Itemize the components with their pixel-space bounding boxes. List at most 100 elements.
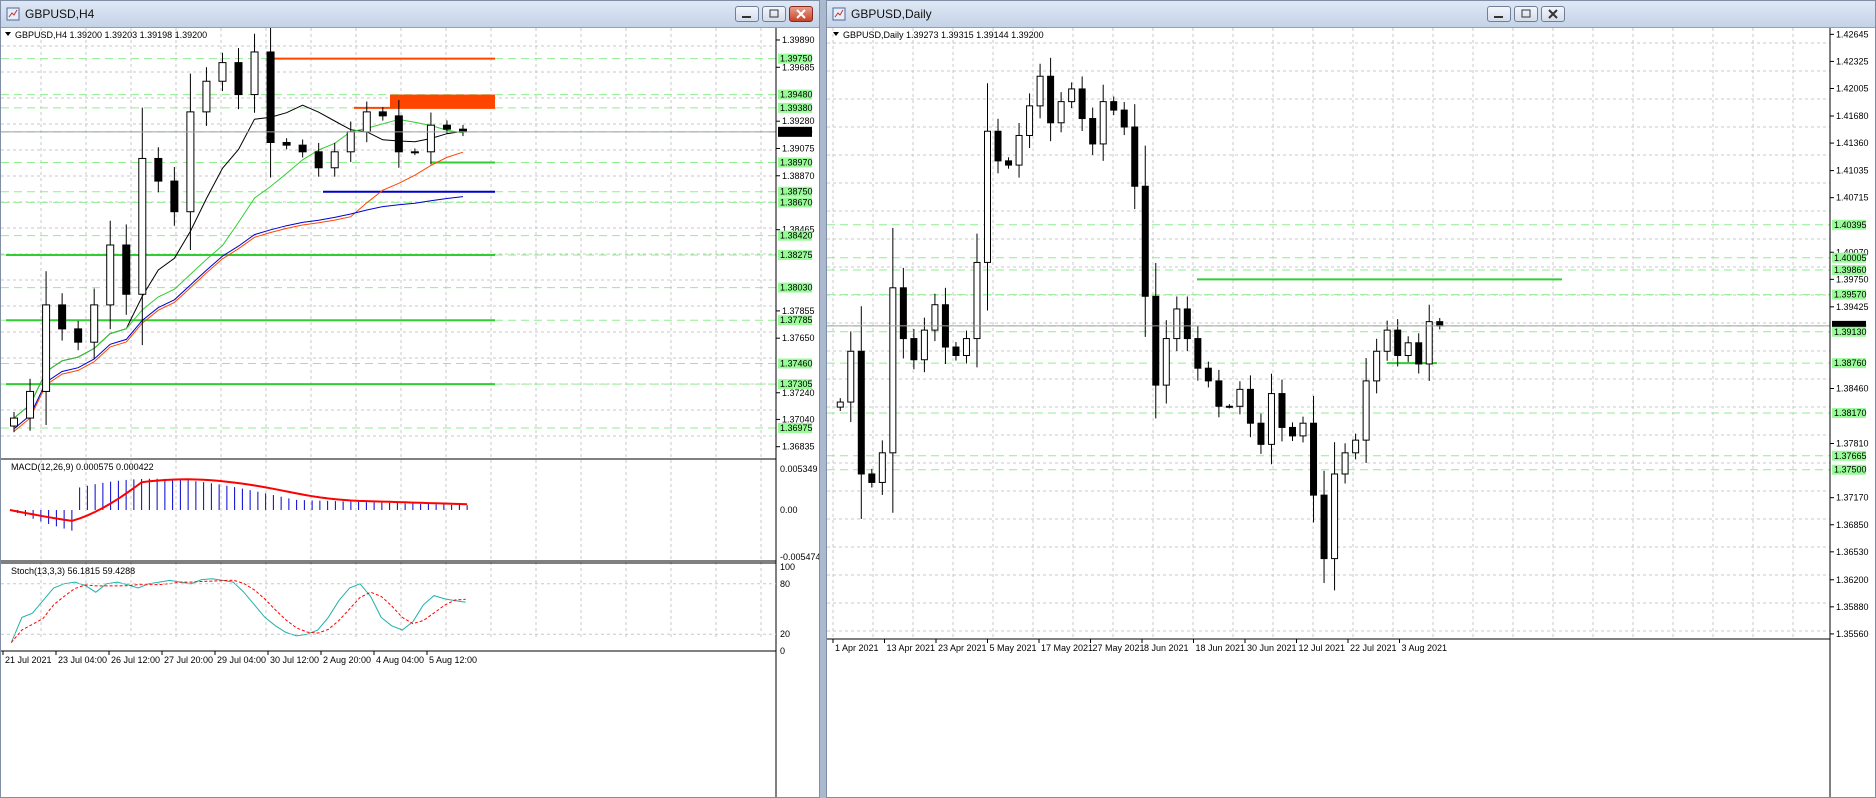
daily-candle [1026, 105, 1034, 136]
h4-candle [26, 390, 35, 419]
level-tag-label: 1.38760 [1834, 358, 1867, 368]
time-label: 5 Aug 12:00 [429, 655, 477, 665]
daily-candle [1183, 308, 1191, 340]
minimize-button[interactable] [1487, 6, 1511, 22]
time-label: 23 Jul 04:00 [58, 655, 107, 665]
h4-title-bar[interactable]: GBPUSD,H4 [1, 1, 819, 28]
price-tick-label: 1.42645 [1836, 29, 1869, 39]
h4-window-title: GBPUSD,H4 [25, 7, 95, 21]
daily-candle [1036, 75, 1044, 107]
level-tag-label: 1.40005 [1834, 253, 1867, 263]
daily-title-bar[interactable]: GBPUSD,Daily [827, 1, 1875, 28]
daily-candle [962, 338, 970, 357]
daily-candle [1373, 350, 1381, 382]
stoch-tick-label: 100 [780, 562, 795, 572]
stoch-tick-label: 80 [780, 579, 790, 589]
daily-candle [847, 350, 855, 403]
h4-candle [138, 157, 147, 295]
daily-candle [878, 452, 886, 483]
h4-chart-svg[interactable]: GBPUSD,H4 1.39200 1.39203 1.39198 1.3920… [1, 28, 819, 797]
macd-tick-label: 0.005349 [780, 464, 818, 474]
daily-candle [1152, 295, 1160, 386]
daily-candle [1299, 422, 1307, 437]
time-label: 30 Jun 2021 [1247, 643, 1297, 653]
daily-candle [1194, 338, 1202, 369]
daily-candle [1099, 101, 1107, 145]
level-tag-label: 1.39750 [780, 54, 813, 64]
daily-candle [1068, 88, 1076, 103]
level-tag-label: 1.36975 [780, 423, 813, 433]
h4-candle [42, 304, 51, 392]
h4-candle [58, 304, 67, 330]
level-tag-label: 1.37500 [1834, 465, 1867, 475]
h4-candle [266, 51, 275, 143]
daily-candle [1089, 118, 1097, 145]
price-tick-label: 1.39280 [782, 116, 815, 126]
h4-candle [106, 244, 115, 306]
price-tick-label: 1.38460 [1836, 384, 1869, 394]
level-tag-label: 1.37665 [1834, 451, 1867, 461]
stoch-tick-label: 20 [780, 629, 790, 639]
price-tick-label: 1.36530 [1836, 547, 1869, 557]
daily-candle [1436, 321, 1444, 327]
daily-candle [920, 329, 928, 361]
restore-button[interactable] [762, 6, 786, 22]
price-tick-label: 1.36200 [1836, 575, 1869, 585]
level-tag-label: 1.38030 [780, 283, 813, 293]
h4-candle [218, 62, 227, 82]
chart-icon [6, 7, 20, 21]
price-tick-label: 1.36835 [782, 442, 815, 452]
daily-candle [1341, 452, 1349, 475]
h4-candle [362, 111, 371, 133]
daily-candle [1362, 380, 1370, 441]
level-tag-label: 1.39570 [1834, 290, 1867, 300]
daily-candle [1278, 393, 1286, 428]
daily-candle [1110, 101, 1118, 111]
daily-candle [952, 346, 960, 357]
time-label: 17 May 2021 [1041, 643, 1093, 653]
minimize-button[interactable] [735, 6, 759, 22]
close-button[interactable] [789, 6, 813, 22]
daily-candle [1246, 388, 1254, 424]
daily-candle [1047, 75, 1055, 124]
price-tick-label: 1.37810 [1836, 439, 1869, 449]
daily-chart-svg[interactable]: GBPUSD,Daily 1.39273 1.39315 1.39144 1.3… [827, 28, 1875, 797]
daily-candle [1015, 134, 1023, 166]
level-tag-label: 1.37460 [780, 358, 813, 368]
level-tag-label: 1.39480 [780, 90, 813, 100]
price-tick-label: 1.39890 [782, 35, 815, 45]
daily-candle [1078, 88, 1086, 120]
restore-button[interactable] [1514, 6, 1538, 22]
macd-label: MACD(12,26,9) 0.000575 0.000422 [11, 462, 154, 472]
h4-plot-area[interactable]: GBPUSD,H4 1.39200 1.39203 1.39198 1.3920… [1, 28, 819, 797]
level-tag-label: 1.38670 [780, 197, 813, 207]
time-label: 30 Jul 12:00 [270, 655, 319, 665]
daily-candle [1225, 405, 1233, 408]
daily-chart-window: GBPUSD,Daily GBPUSD,Daily 1.39273 1.3931… [826, 0, 1876, 798]
daily-candle [1131, 126, 1139, 187]
price-tick-label: 1.35880 [1836, 602, 1869, 612]
daily-candle [1236, 388, 1244, 407]
daily-candle [1352, 439, 1360, 454]
daily-candle [1331, 473, 1339, 560]
price-tick-label: 1.39685 [782, 62, 815, 72]
level-tag-label: 1.39380 [780, 103, 813, 113]
h4-candle [298, 144, 307, 153]
close-button[interactable] [1541, 6, 1565, 22]
daily-candle [1425, 321, 1433, 365]
daily-candle [1141, 185, 1149, 297]
h4-candle [90, 304, 99, 343]
time-label: 1 Apr 2021 [835, 643, 879, 653]
daily-candle [1162, 338, 1170, 386]
h4-candle [282, 141, 291, 146]
h4-candle [122, 244, 131, 295]
h4-candle [442, 124, 451, 130]
h4-candle [346, 131, 355, 153]
daily-candle [889, 287, 897, 454]
daily-plot-area[interactable]: GBPUSD,Daily 1.39273 1.39315 1.39144 1.3… [827, 28, 1875, 797]
price-tick-label: 1.37170 [1836, 493, 1869, 503]
time-label: 22 Jul 2021 [1350, 643, 1397, 653]
h4-candle [154, 157, 163, 182]
time-label: 29 Jul 04:00 [217, 655, 266, 665]
daily-candle [1320, 494, 1328, 560]
